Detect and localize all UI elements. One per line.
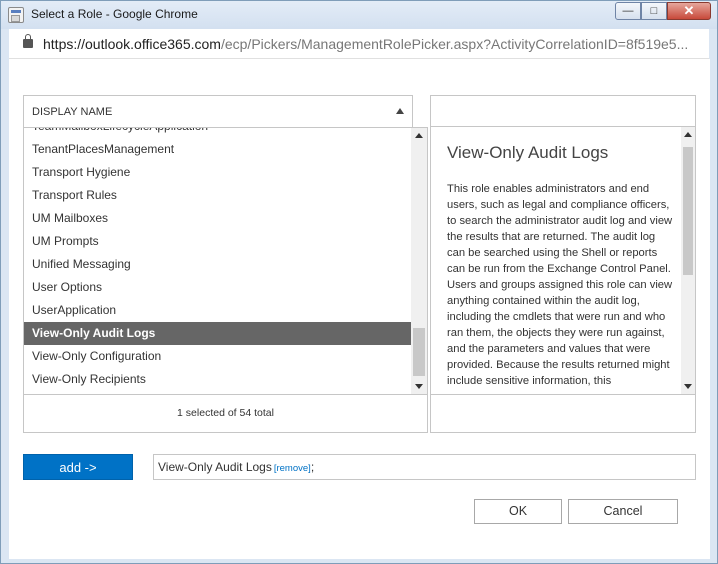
list-item[interactable]: UM Mailboxes (24, 207, 412, 230)
remove-link[interactable]: [remove] (274, 463, 311, 474)
maximize-button[interactable]: □ (641, 2, 667, 20)
detail-pane: View-Only Audit Logs This role enables a… (430, 127, 696, 395)
close-button[interactable]: ✕ (667, 2, 711, 20)
selected-roles-field[interactable]: View-Only Audit Logs [remove]; (153, 454, 696, 480)
list-item[interactable]: Unified Messaging (24, 253, 412, 276)
detail-footer (430, 395, 696, 433)
detail-scrollbar[interactable] (681, 127, 695, 394)
dialog-content: DISPLAY NAME TeamMailboxLifecycleApplica… (9, 59, 710, 559)
detail-scroll-down-icon[interactable] (684, 384, 692, 389)
window-title: Select a Role - Google Chrome (31, 7, 198, 21)
url-host: https://outlook.office365.com (43, 36, 221, 52)
scroll-up-icon[interactable] (415, 133, 423, 138)
detail-scroll-up-icon[interactable] (684, 132, 692, 137)
scroll-down-icon[interactable] (415, 384, 423, 389)
detail-scroll-thumb[interactable] (683, 147, 693, 275)
list-item[interactable]: View-Only Recipients (24, 368, 412, 391)
display-name-header: DISPLAY NAME (32, 106, 113, 118)
list-scrollbar[interactable] (411, 128, 427, 394)
minimize-button[interactable]: — (615, 2, 641, 20)
list-scroll-thumb[interactable] (413, 328, 425, 376)
ok-button[interactable]: OK (474, 499, 562, 524)
list-column-header[interactable]: DISPLAY NAME (23, 95, 413, 127)
add-button[interactable]: add -> (23, 454, 133, 480)
window-icon (8, 7, 24, 23)
detail-title: View-Only Audit Logs (447, 143, 609, 162)
url-path: /ecp/Pickers/ManagementRolePicker.aspx?A… (220, 36, 689, 52)
window-controls: — □ ✕ (615, 2, 711, 20)
selected-role-text: View-Only Audit Logs (158, 460, 272, 474)
role-list-items: TeamMailboxLifecycleApplicationTenantPla… (24, 128, 412, 391)
sort-ascending-icon (396, 108, 404, 114)
address-bar[interactable]: https://outlook.office365.com/ecp/Picker… (9, 29, 709, 59)
lock-icon (23, 34, 33, 48)
title-bar: Select a Role - Google Chrome — □ ✕ (1, 1, 717, 29)
role-list: TeamMailboxLifecycleApplicationTenantPla… (23, 127, 428, 395)
url-text[interactable]: https://outlook.office365.com/ecp/Picker… (43, 36, 703, 52)
list-footer: 1 selected of 54 total (23, 395, 428, 433)
detail-content: View-Only Audit Logs This role enables a… (447, 143, 673, 389)
selected-separator: ; (310, 460, 315, 474)
list-item[interactable]: TeamMailboxLifecycleApplication (24, 128, 412, 138)
list-item[interactable]: User Options (24, 276, 412, 299)
browser-window: Select a Role - Google Chrome — □ ✕ http… (0, 0, 718, 564)
list-item[interactable]: Transport Hygiene (24, 161, 412, 184)
list-item[interactable]: Transport Rules (24, 184, 412, 207)
list-item[interactable]: UserApplication (24, 299, 412, 322)
list-item[interactable]: UM Prompts (24, 230, 412, 253)
selection-status: 1 selected of 54 total (177, 407, 274, 419)
list-item[interactable]: View-Only Configuration (24, 345, 412, 368)
list-item-selected[interactable]: View-Only Audit Logs (24, 322, 412, 345)
detail-description: This role enables administrators and end… (447, 183, 673, 387)
detail-header (430, 95, 696, 127)
list-item[interactable]: TenantPlacesManagement (24, 138, 412, 161)
cancel-button[interactable]: Cancel (568, 499, 678, 524)
